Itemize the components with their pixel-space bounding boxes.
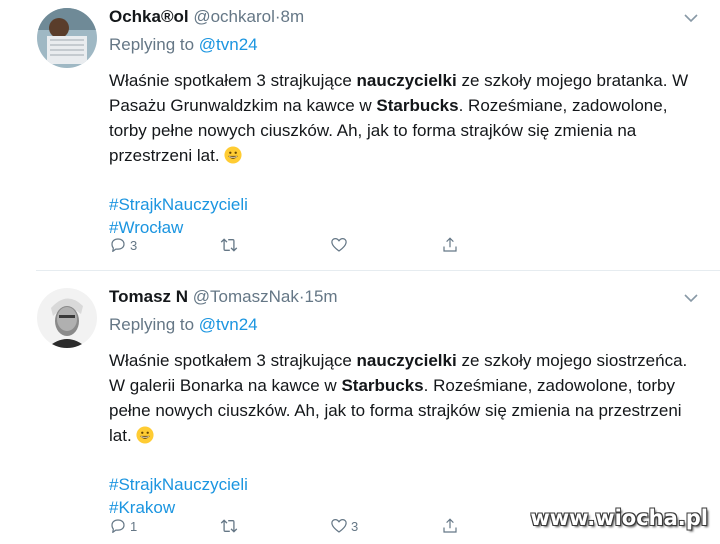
user-handle[interactable]: @ochkarol	[193, 7, 275, 26]
caret-down-icon[interactable]	[684, 10, 698, 23]
hashtags: #StrajkNauczycieli #Wrocław	[109, 193, 700, 239]
user-handle[interactable]: @TomaszNak	[193, 287, 299, 306]
avatar[interactable]	[37, 288, 97, 348]
grinning-emoji	[223, 146, 242, 171]
tweet-actions: 3	[0, 236, 720, 258]
like-count: 3	[351, 518, 359, 534]
tweet-1[interactable]: Ochka®ol @ochkarol·8m Replying to @tvn24…	[0, 0, 720, 270]
retweet-icon	[220, 238, 238, 252]
replying-to: Replying to @tvn24	[109, 34, 700, 56]
tweet-time[interactable]: 8m	[281, 7, 305, 26]
share-button[interactable]	[441, 236, 459, 254]
share-icon	[443, 237, 457, 252]
retweet-button[interactable]	[219, 236, 242, 254]
caret-down-icon[interactable]	[684, 290, 698, 303]
replying-label: Replying to	[109, 35, 195, 54]
text-bold: Starbucks	[376, 96, 459, 115]
share-icon	[443, 518, 457, 533]
tweet-header: Tomasz N @TomaszNak·15m	[109, 286, 700, 308]
tweet-text: Właśnie spotkałem 3 strajkujące nauczyci…	[109, 68, 700, 171]
reply-count: 1	[130, 518, 138, 534]
hashtag-link[interactable]: #StrajkNauczycieli	[109, 193, 700, 216]
tweet-2[interactable]: Tomasz N @TomaszNak·15m Replying to @tvn…	[0, 272, 720, 544]
grinning-emoji	[136, 426, 154, 451]
text-segment: Właśnie spotkałem 3 strajkujące	[109, 351, 357, 370]
reply-icon	[111, 238, 125, 252]
text-segment: Właśnie spotkałem 3 strajkujące	[109, 71, 357, 90]
like-button[interactable]	[330, 236, 351, 254]
retweet-button[interactable]	[219, 517, 242, 535]
like-icon	[331, 238, 347, 252]
reply-mention-link[interactable]: @tvn24	[199, 35, 258, 54]
retweet-icon	[220, 519, 238, 533]
text-bold: Starbucks	[341, 376, 424, 395]
like-button[interactable]: 3	[330, 517, 358, 535]
share-button[interactable]	[441, 517, 459, 535]
text-bold: nauczycielki	[356, 71, 457, 90]
reply-mention-link[interactable]: @tvn24	[199, 315, 258, 334]
watermark-logo: www.wiocha.pl	[530, 506, 708, 530]
like-icon	[331, 519, 347, 533]
hashtag-link[interactable]: #StrajkNauczycieli	[109, 473, 700, 496]
reply-icon	[111, 519, 125, 533]
tweet-header: Ochka®ol @ochkarol·8m	[109, 6, 700, 28]
replying-label: Replying to	[109, 315, 195, 334]
reply-count: 3	[130, 237, 138, 253]
tweet-divider	[36, 270, 720, 271]
display-name[interactable]: Tomasz N	[109, 287, 188, 306]
reply-button[interactable]: 3	[109, 236, 137, 254]
tweet-text: Właśnie spotkałem 3 strajkujące nauczyci…	[109, 348, 700, 451]
avatar[interactable]	[37, 8, 97, 68]
reply-button[interactable]: 1	[109, 517, 137, 535]
display-name[interactable]: Ochka®ol	[109, 7, 189, 26]
replying-to: Replying to @tvn24	[109, 314, 700, 336]
text-bold: nauczycielki	[356, 351, 457, 370]
tweet-time[interactable]: 15m	[305, 287, 338, 306]
